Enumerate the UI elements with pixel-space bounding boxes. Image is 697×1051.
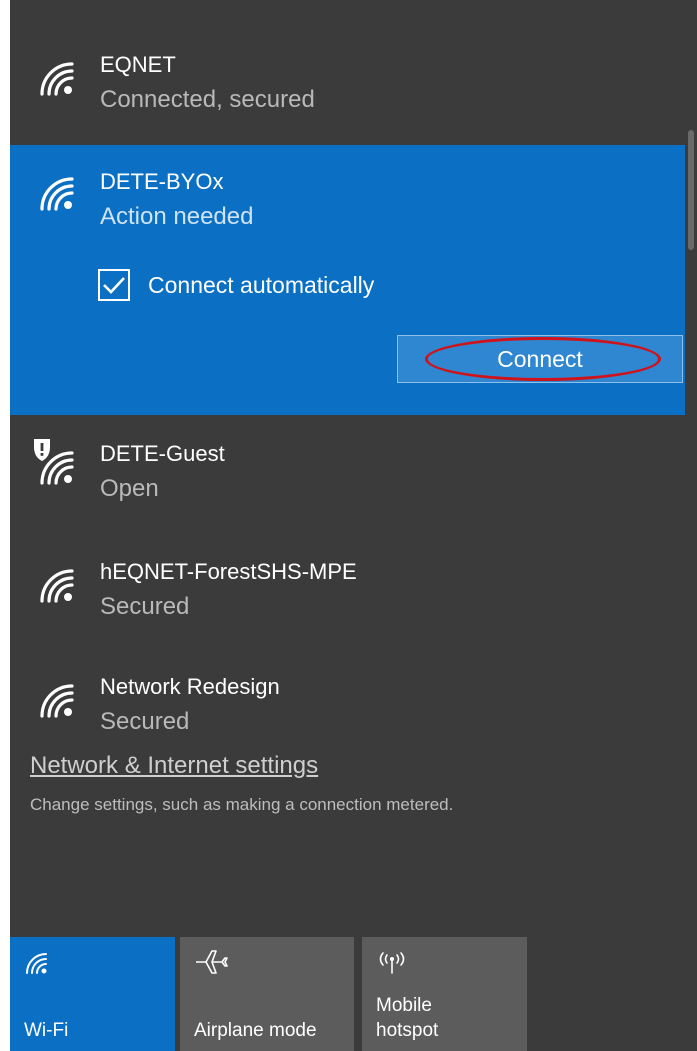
hotspot-icon [379, 952, 405, 974]
quick-action-label: Mobile hotspot [376, 993, 438, 1043]
network-list-overlay: hEQGUEST-ForestSHS-MPE [10, 0, 685, 826]
airplane-icon [196, 950, 228, 974]
quick-action-label-line2: hotspot [376, 1020, 439, 1041]
quick-action-airplane-mode[interactable]: Airplane mode [180, 937, 354, 1051]
quick-action-label: Wi-Fi [24, 1020, 69, 1041]
quick-action-wifi[interactable]: Wi-Fi [10, 937, 175, 1051]
wifi-open-warning-icon [36, 791, 73, 826]
network-list-scrollbar[interactable] [685, 0, 697, 735]
quick-action-label-line1: Mobile [376, 995, 432, 1016]
network-name: hEQGUEST-ForestSHS-MPE [100, 794, 389, 819]
network-settings-link[interactable]: Network & Internet settings [30, 752, 318, 780]
wifi-icon [26, 953, 47, 974]
quick-action-label: Airplane mode [194, 1020, 317, 1041]
quick-action-mobile-hotspot[interactable]: Mobile hotspot [362, 937, 527, 1051]
scrollbar-thumb[interactable] [688, 130, 694, 250]
